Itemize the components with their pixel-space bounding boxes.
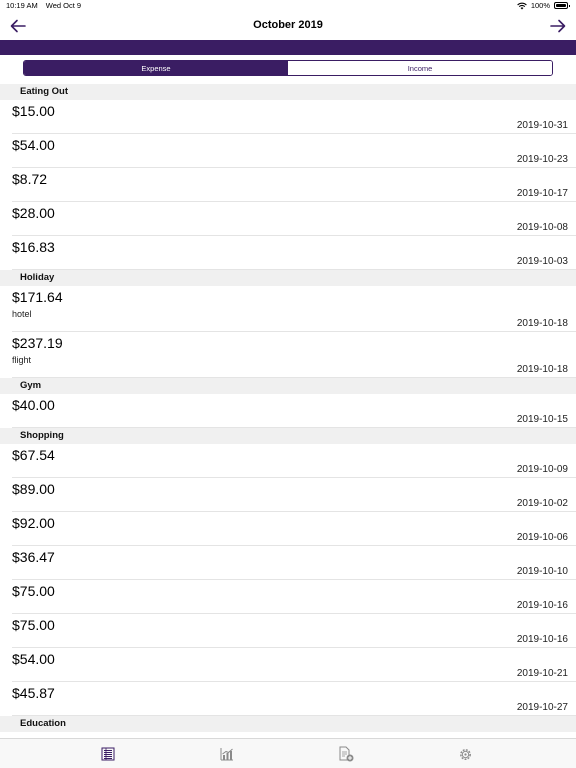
item-amount: $54.00 [12, 137, 55, 153]
tab-reports[interactable] [218, 745, 236, 763]
item-amount: $54.00 [12, 651, 55, 667]
list-item[interactable]: $54.00 2019-10-23 [12, 134, 576, 168]
add-document-icon [339, 746, 354, 762]
type-segmented-control: Expense Income [23, 60, 553, 76]
transaction-list[interactable]: Eating Out $15.00 2019-10-31 $54.00 2019… [0, 84, 576, 738]
item-date: 2019-10-09 [516, 464, 568, 475]
status-bar: 10:19 AM Wed Oct 9 100% [0, 0, 576, 12]
tab-bar [0, 738, 576, 768]
item-date: 2019-10-08 [516, 222, 568, 233]
item-amount: $92.00 [12, 515, 55, 531]
item-amount: $45.87 [12, 685, 55, 701]
list-item[interactable]: $67.54 2019-10-09 [12, 444, 576, 478]
list-item[interactable]: $54.00 2019-10-21 [12, 648, 576, 682]
section-header: Eating Out [0, 84, 576, 100]
section-header: Education [0, 716, 576, 732]
battery-icon [554, 2, 570, 9]
list-item[interactable]: $36.47 2019-10-10 [12, 546, 576, 580]
next-month-button[interactable] [546, 14, 570, 38]
list-item[interactable]: $40.00 2019-10-15 [12, 394, 576, 428]
tab-transactions[interactable] [99, 745, 117, 763]
list-item[interactable]: $89.00 2019-10-02 [12, 478, 576, 512]
list-item[interactable]: $28.00 2019-10-08 [12, 202, 576, 236]
battery-percent: 100% [530, 1, 550, 10]
item-date: 2019-10-23 [516, 154, 568, 165]
list-item[interactable]: $75.00 2019-10-16 [12, 580, 576, 614]
item-amount: $237.19 [12, 335, 63, 351]
tab-add-entry[interactable] [337, 745, 355, 763]
item-amount: $28.00 [12, 205, 55, 221]
item-date: 2019-10-18 [516, 318, 568, 329]
item-date: 2019-10-16 [516, 600, 568, 611]
item-date: 2019-10-31 [516, 120, 568, 131]
tab-expense[interactable]: Expense [24, 61, 288, 75]
header-band [0, 40, 576, 55]
page-title: October 2019 [253, 19, 323, 31]
wifi-icon [517, 2, 527, 9]
section-header: Holiday [0, 270, 576, 286]
item-date: 2019-10-17 [516, 188, 568, 199]
item-amount: $15.00 [12, 103, 55, 119]
item-date: 2019-10-03 [516, 256, 568, 267]
item-amount: $75.00 [12, 583, 55, 599]
list-item[interactable]: $75.00 2019-10-16 [12, 614, 576, 648]
item-date: 2019-10-10 [516, 566, 568, 577]
chart-icon [220, 748, 233, 761]
item-amount: $8.72 [12, 171, 48, 187]
list-item[interactable]: $8.72 2019-10-17 [12, 168, 576, 202]
item-amount: $40.00 [12, 397, 55, 413]
tab-settings[interactable] [456, 745, 474, 763]
arrow-right-icon [550, 19, 566, 33]
list-item[interactable]: $16.83 2019-10-03 [12, 236, 576, 270]
list-item[interactable]: $45.87 2019-10-27 [12, 682, 576, 716]
status-date: Wed Oct 9 [45, 1, 82, 10]
item-date: 2019-10-27 [516, 702, 568, 713]
item-note: flight [12, 355, 32, 365]
item-amount: $36.47 [12, 549, 55, 565]
item-date: 2019-10-02 [516, 498, 568, 509]
status-time: 10:19 AM [6, 1, 38, 10]
item-amount: $67.54 [12, 447, 55, 463]
section-header: Shopping [0, 428, 576, 444]
item-date: 2019-10-15 [516, 414, 568, 425]
item-amount: $171.64 [12, 289, 63, 305]
item-note: hotel [12, 309, 32, 319]
gear-icon [459, 748, 471, 760]
item-date: 2019-10-16 [516, 634, 568, 645]
item-amount: $75.00 [12, 617, 55, 633]
item-amount: $16.83 [12, 239, 55, 255]
nav-bar: October 2019 [0, 12, 576, 40]
list-item[interactable]: $92.00 2019-10-06 [12, 512, 576, 546]
tab-income[interactable]: Income [288, 61, 552, 75]
list-item[interactable]: $15.00 2019-10-31 [12, 100, 576, 134]
item-date: 2019-10-21 [516, 668, 568, 679]
list-item[interactable]: $237.19 flight 2019-10-18 [12, 332, 576, 378]
item-date: 2019-10-06 [516, 532, 568, 543]
item-amount: $89.00 [12, 481, 55, 497]
list-item[interactable]: $171.64 hotel 2019-10-18 [12, 286, 576, 332]
section-header: Gym [0, 378, 576, 394]
list-icon [101, 747, 115, 761]
item-date: 2019-10-18 [516, 364, 568, 375]
